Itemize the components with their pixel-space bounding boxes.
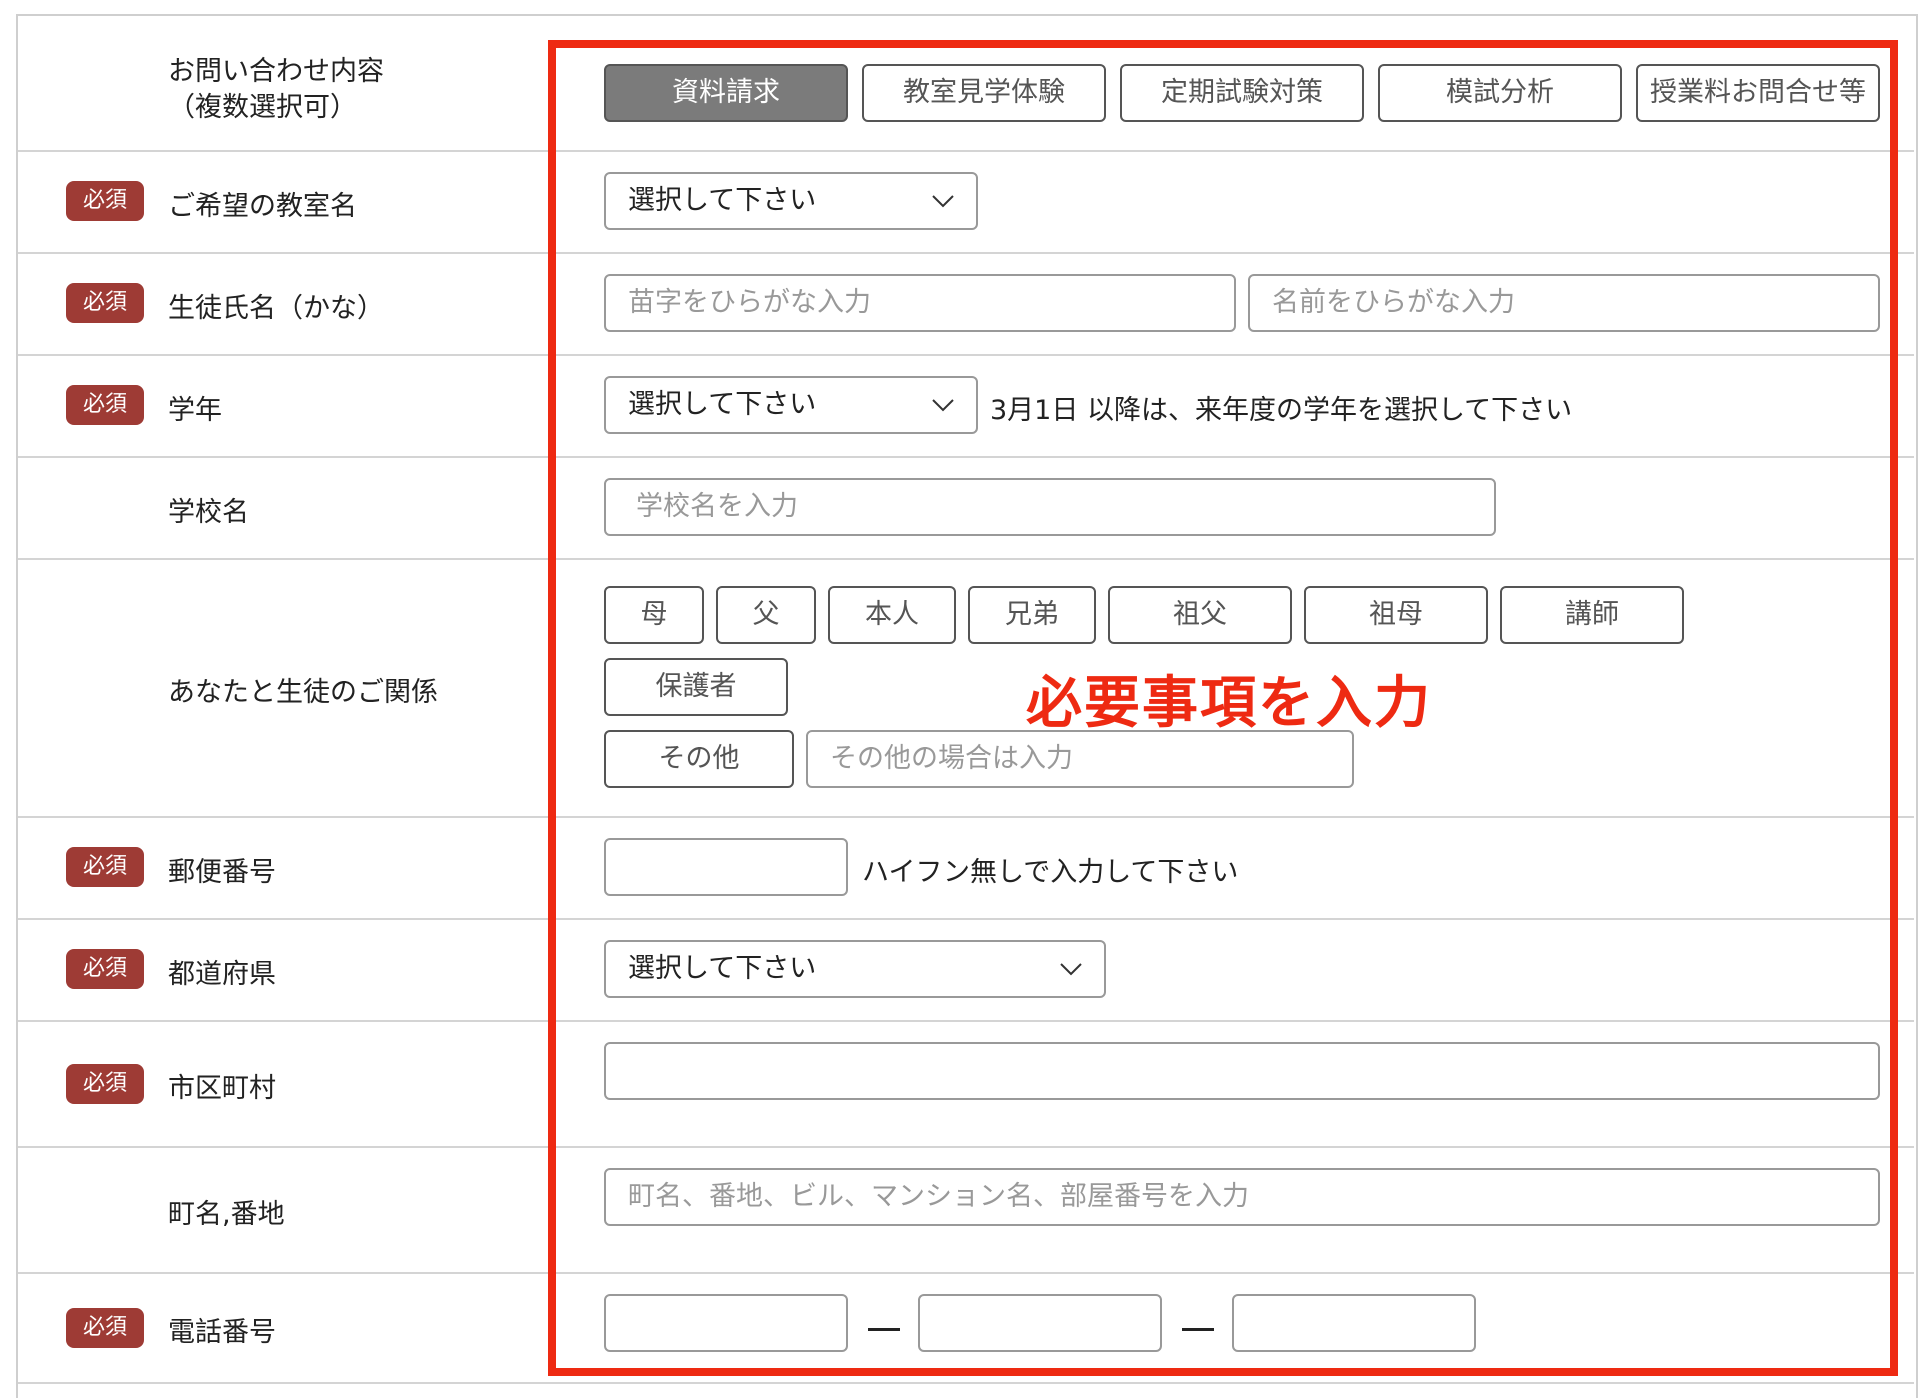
grade-label: 学年 [168, 395, 222, 426]
required-badge: 必須 [66, 283, 144, 323]
highlight-box [548, 40, 1898, 1376]
phone-label: 電話番号 [168, 1317, 276, 1348]
address-label: 町名,番地 [168, 1199, 285, 1230]
required-badge: 必須 [66, 949, 144, 989]
required-badge: 必須 [66, 385, 144, 425]
required-badge: 必須 [66, 1308, 144, 1348]
city-label: 市区町村 [168, 1073, 276, 1104]
required-badge: 必須 [66, 181, 144, 221]
postal-label: 郵便番号 [168, 857, 276, 888]
inquiry-label: お問い合わせ内容 （複数選択可） [168, 54, 384, 126]
school-label: 学校名 [168, 497, 249, 528]
inquiry-label-line2: （複数選択可） [168, 92, 357, 123]
required-badge: 必須 [66, 1064, 144, 1104]
required-badge: 必須 [66, 847, 144, 887]
inquiry-label-line1: お問い合わせ内容 [168, 56, 384, 87]
student-name-label: 生徒氏名（かな） [168, 293, 384, 324]
prefecture-label: 都道府県 [168, 959, 276, 990]
classroom-label: ご希望の教室名 [168, 191, 357, 222]
relation-label: あなたと生徒のご関係 [168, 677, 438, 708]
